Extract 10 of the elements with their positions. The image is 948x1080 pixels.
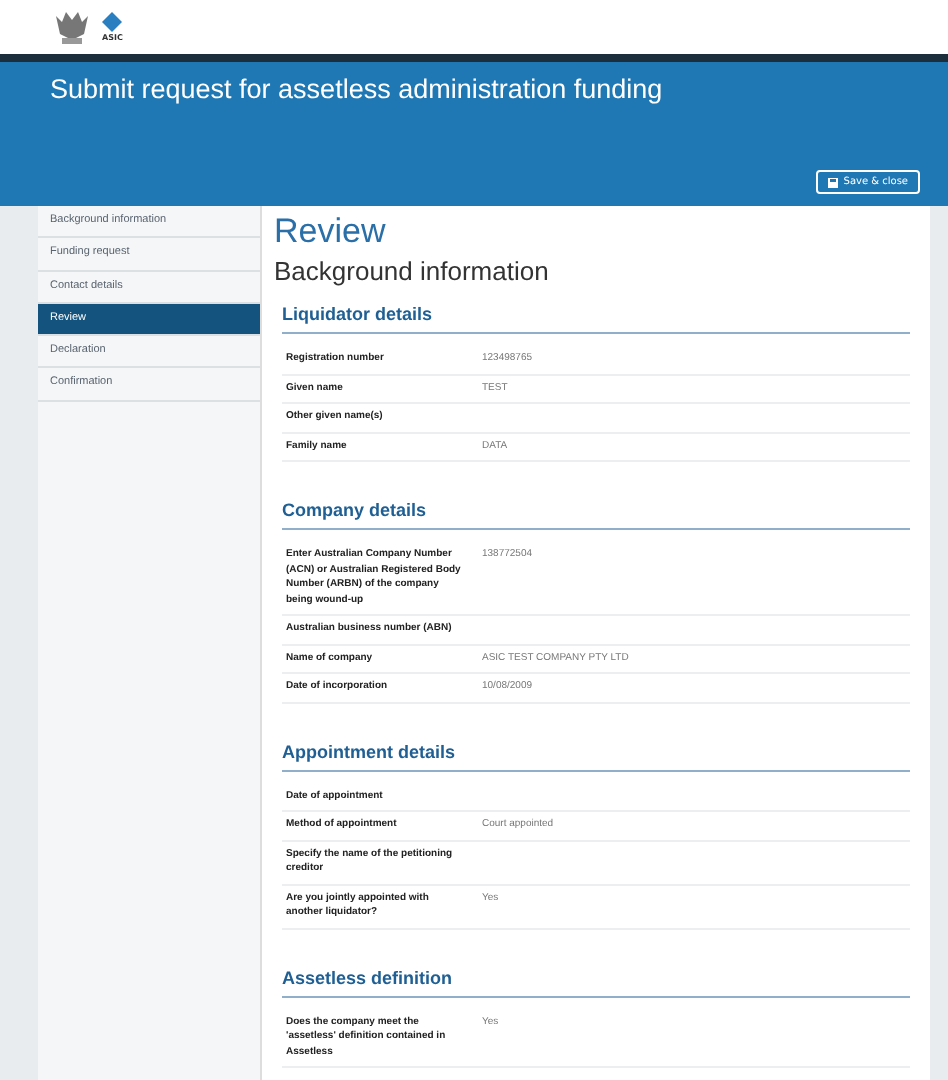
crest-icon <box>50 7 94 47</box>
review-heading: Review <box>274 210 388 254</box>
section-heading: Liquidator details <box>282 294 910 334</box>
section-heading: Appointment details <box>282 731 910 771</box>
page-title: Submit request for assetless administration funding <box>50 74 665 104</box>
section-heading: Company details <box>282 490 910 530</box>
save-icon <box>827 177 838 187</box>
asic-logo-icon <box>102 12 123 32</box>
section-title: Background information <box>274 256 551 286</box>
section-heading: Assetless definition <box>282 957 910 997</box>
